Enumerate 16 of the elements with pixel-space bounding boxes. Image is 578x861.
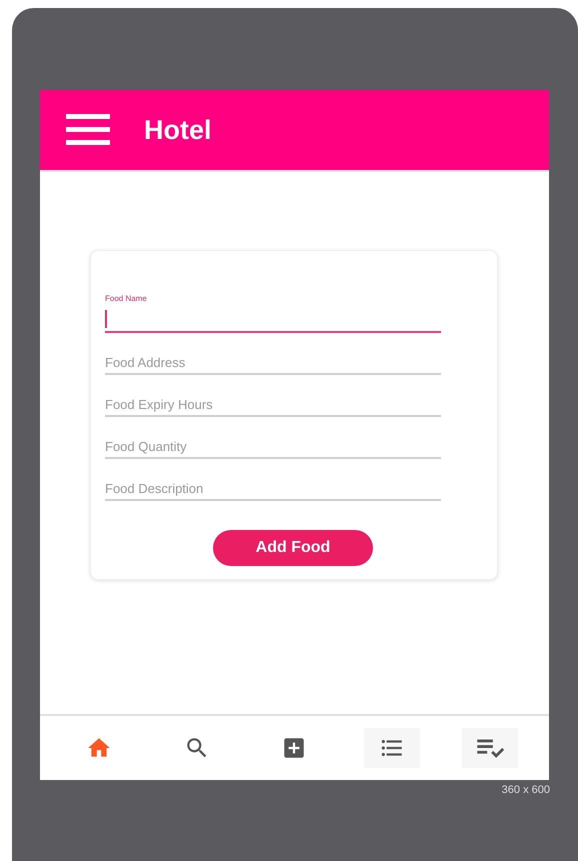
field-placeholder: Food Description [105,481,204,498]
input-field[interactable]: Food Expiry Hours [105,390,441,417]
field-label: Food Name [105,294,147,303]
app-title: Hotel [144,114,212,146]
input-field[interactable]: Food Address [105,348,441,375]
nav-tab[interactable] [364,728,420,768]
field-placeholder: Food Address [105,355,186,372]
input-field[interactable]: Food Description [105,474,441,501]
input-field[interactable]: Food Quantity [105,432,441,459]
add-food-button[interactable]: Add Food [213,530,373,566]
device-size: 360 x 600 [502,784,550,796]
text-cursor [105,310,107,328]
menu-icon[interactable] [66,113,110,147]
nav-tab[interactable] [462,728,518,768]
field-placeholder: Food Expiry Hours [105,397,213,414]
field-placeholder: Food Quantity [105,439,187,456]
